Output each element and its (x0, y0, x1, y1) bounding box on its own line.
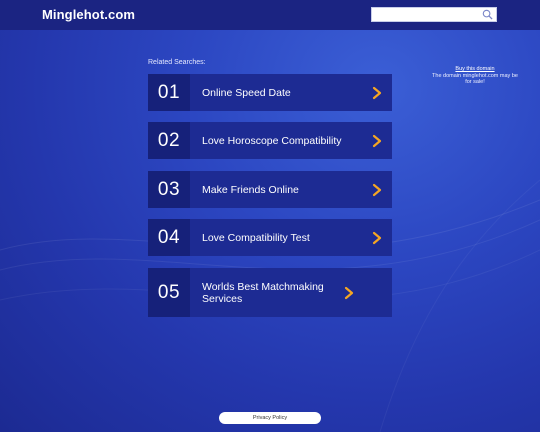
item-number: 05 (148, 268, 190, 317)
item-number: 01 (148, 74, 190, 111)
item-label: Online Speed Date (202, 86, 291, 99)
item-label: Worlds Best Matchmaking Services (202, 280, 324, 305)
site-logo[interactable]: Minglehot.com (42, 7, 135, 22)
related-search-item[interactable]: 05 Worlds Best Matchmaking Services (148, 268, 392, 317)
related-search-item[interactable]: 01 Online Speed Date (148, 74, 392, 111)
chevron-right-icon (372, 231, 382, 244)
chevron-right-icon (372, 134, 382, 147)
search-box (371, 7, 497, 22)
domain-sale-text: The domain minglehot.com may be for sale… (432, 72, 518, 86)
related-searches-label: Related Searches: (148, 59, 206, 66)
item-label: Love Horoscope Compatibility (202, 134, 342, 147)
search-icon[interactable] (482, 9, 493, 20)
privacy-policy-button[interactable]: Privacy Policy (219, 412, 321, 424)
chevron-right-icon (344, 286, 354, 299)
background-wave-decoration (0, 179, 540, 432)
item-number: 03 (148, 171, 190, 208)
top-header-bar: Minglehot.com (0, 0, 540, 30)
item-label: Make Friends Online (202, 183, 299, 196)
chevron-right-icon (372, 86, 382, 99)
related-search-item[interactable]: 03 Make Friends Online (148, 171, 392, 208)
domain-sale-box: Buy this domain The domain minglehot.com… (432, 66, 518, 86)
chevron-right-icon (372, 183, 382, 196)
item-label: Love Compatibility Test (202, 231, 310, 244)
item-number: 02 (148, 122, 190, 159)
search-input[interactable] (374, 9, 478, 20)
related-search-item[interactable]: 04 Love Compatibility Test (148, 219, 392, 256)
item-number: 04 (148, 219, 190, 256)
related-search-item[interactable]: 02 Love Horoscope Compatibility (148, 122, 392, 159)
